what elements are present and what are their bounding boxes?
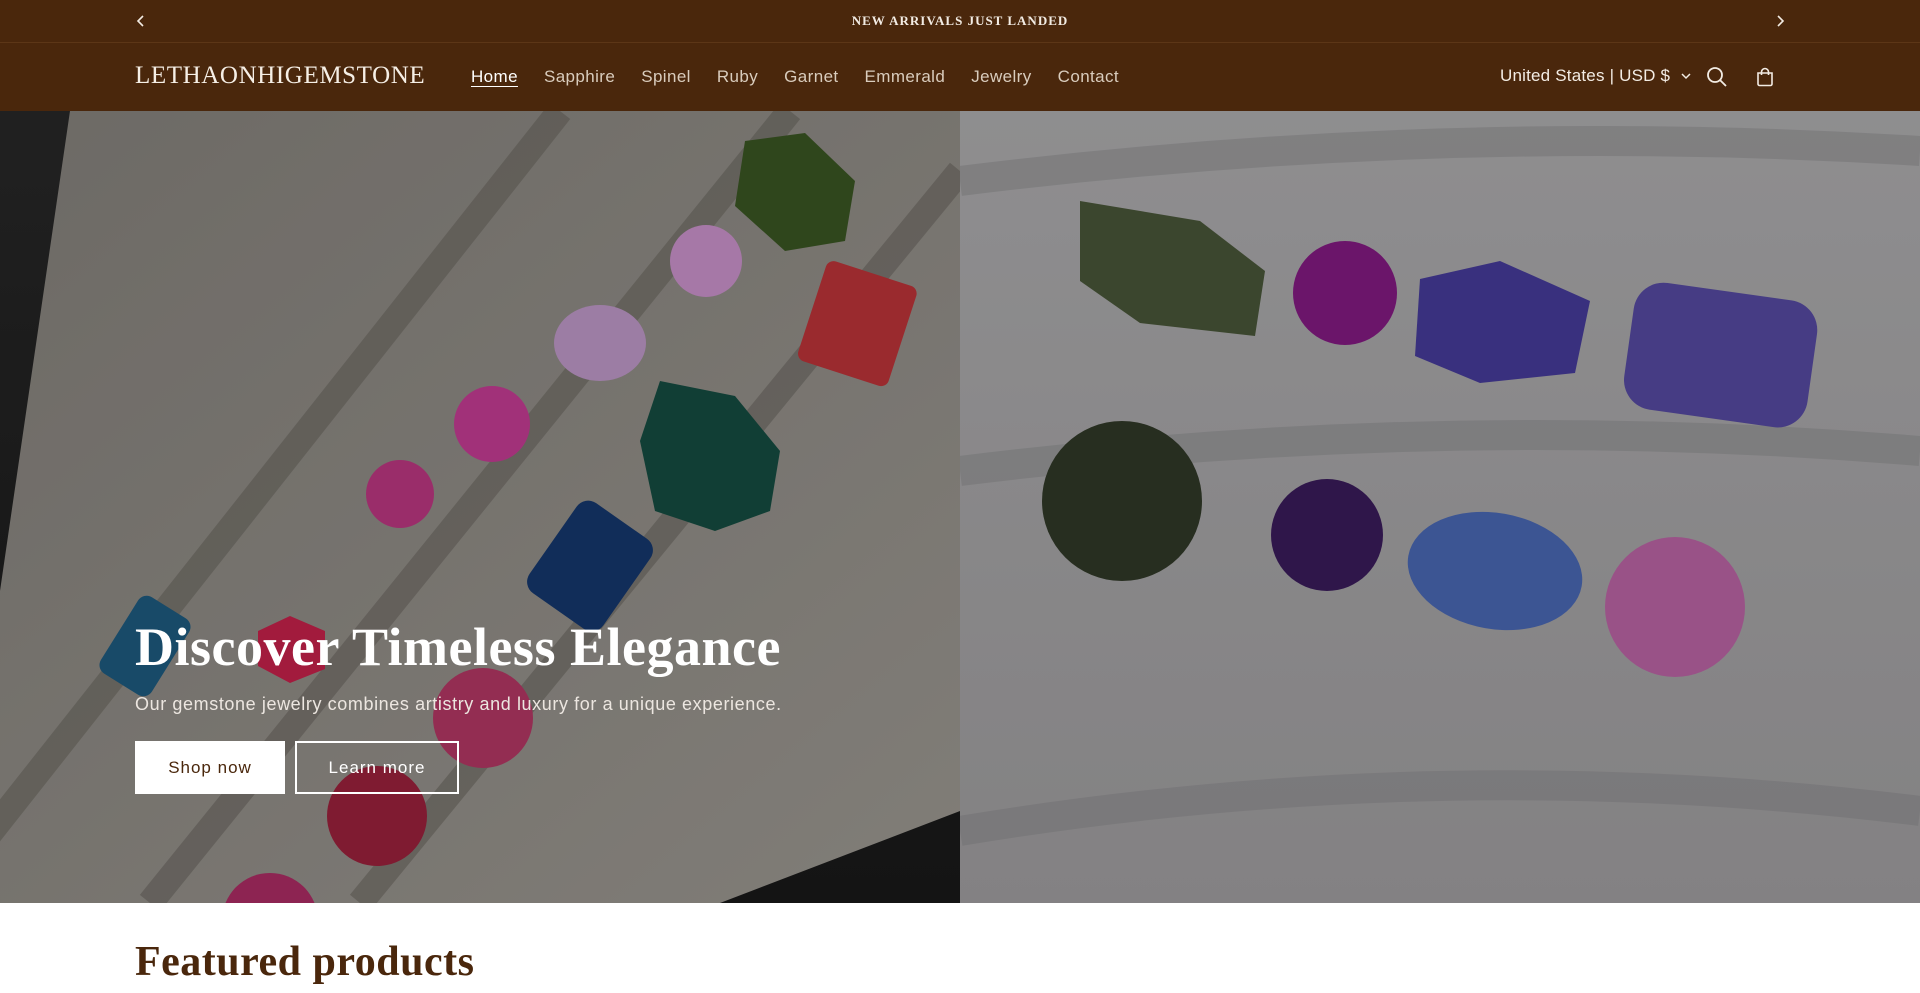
cart-icon [1757, 67, 1773, 87]
announcement-next-button[interactable] [1770, 11, 1790, 31]
hero-subtitle: Our gemstone jewelry combines artistry a… [135, 694, 782, 715]
search-button[interactable] [1703, 63, 1731, 91]
featured-products-heading: Featured products [135, 939, 475, 985]
site-logo[interactable]: LETHAONHIGEMSTONE [135, 62, 425, 90]
cart-button[interactable] [1751, 63, 1779, 91]
nav-item-home[interactable]: Home [458, 65, 531, 89]
nav-item-emmerald[interactable]: Emmerald [852, 65, 959, 89]
chevron-down-icon [1681, 73, 1691, 80]
learn-more-button[interactable]: Learn more [295, 741, 459, 795]
announcement-prev-button[interactable] [131, 11, 151, 31]
chevron-left-icon [136, 15, 144, 27]
nav-item-ruby[interactable]: Ruby [704, 65, 771, 89]
announcement-text[interactable]: NEW ARRIVALS JUST LANDED [852, 13, 1069, 29]
chevron-right-icon [1777, 15, 1785, 27]
locale-selector[interactable]: United States | USD $ [1500, 66, 1692, 86]
locale-label: United States | USD $ [1500, 66, 1671, 85]
hero-banner: Discover Timeless Elegance Our gemstone … [0, 111, 1920, 903]
nav-item-jewelry[interactable]: Jewelry [958, 65, 1044, 89]
nav-item-spinel[interactable]: Spinel [628, 65, 704, 89]
nav-item-sapphire[interactable]: Sapphire [531, 65, 628, 89]
shop-now-button[interactable]: Shop now [135, 741, 285, 795]
main-nav: Home Sapphire Spinel Ruby Garnet Emmeral… [458, 65, 1132, 89]
nav-item-garnet[interactable]: Garnet [771, 65, 851, 89]
hero-buttons: Shop now Learn more [135, 741, 955, 795]
search-icon [1707, 67, 1727, 87]
announcement-bar: NEW ARRIVALS JUST LANDED [0, 0, 1920, 43]
nav-item-contact[interactable]: Contact [1045, 65, 1132, 89]
hero-title: Discover Timeless Elegance [135, 617, 781, 677]
site-header: LETHAONHIGEMSTONE Home Sapphire Spinel R… [0, 43, 1920, 111]
hero-content: Discover Timeless Elegance Our gemstone … [135, 616, 955, 795]
hero-image-right [960, 111, 1920, 903]
